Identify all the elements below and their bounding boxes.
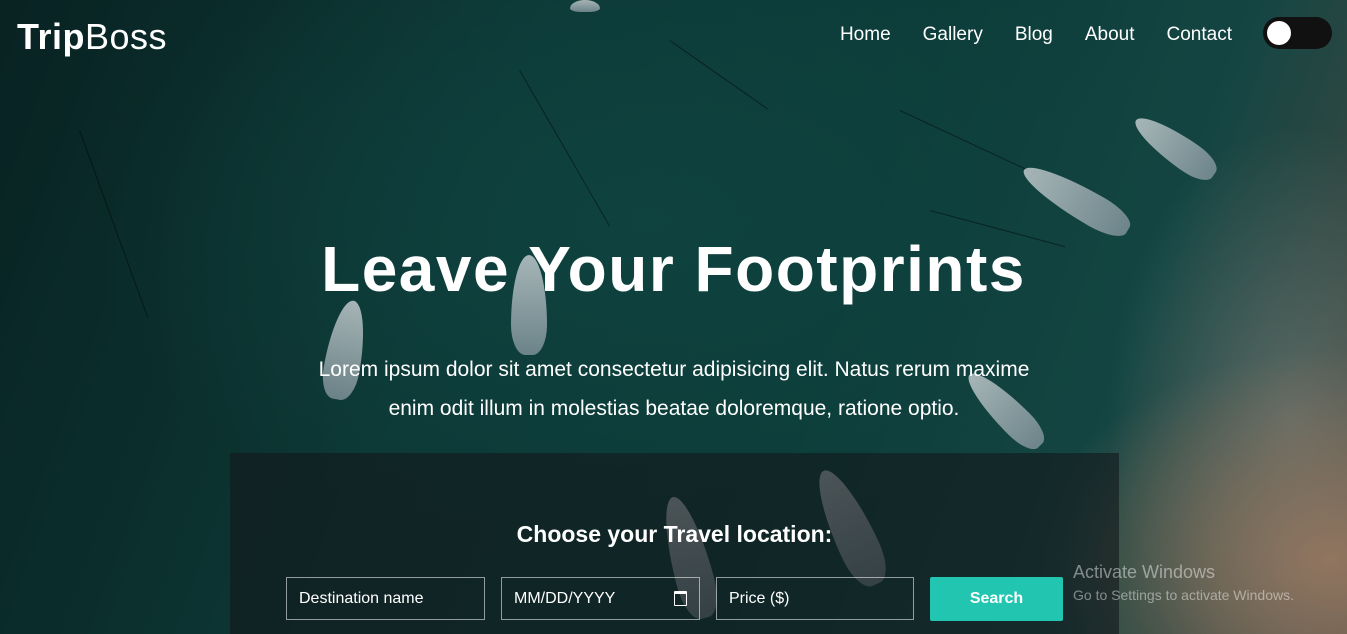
brand-logo[interactable]: TripBoss bbox=[17, 16, 167, 58]
price-placeholder: Price ($) bbox=[729, 589, 790, 607]
search-panel: Choose your Travel location: Destination… bbox=[230, 453, 1119, 634]
nav-link-about[interactable]: About bbox=[1085, 24, 1135, 46]
theme-toggle-knob bbox=[1267, 21, 1291, 45]
search-button[interactable]: Search bbox=[930, 577, 1063, 621]
hero-description: Lorem ipsum dolor sit amet consectetur a… bbox=[318, 358, 1030, 420]
main-nav: Home Gallery Blog About Contact bbox=[840, 24, 1232, 46]
search-panel-title: Choose your Travel location: bbox=[516, 521, 833, 547]
site-header: TripBoss Home Gallery Blog About Contact bbox=[0, 0, 1347, 70]
destination-placeholder: Destination name bbox=[299, 589, 424, 607]
brand-logo-bold: Trip bbox=[17, 16, 86, 57]
calendar-icon[interactable] bbox=[674, 591, 687, 606]
destination-input[interactable]: Destination name bbox=[286, 577, 485, 620]
nav-link-contact[interactable]: Contact bbox=[1167, 24, 1232, 46]
date-input[interactable]: MM/DD/YYYY bbox=[501, 577, 700, 620]
watermark-line-2: Go to Settings to activate Windows. bbox=[1073, 587, 1294, 603]
theme-toggle[interactable] bbox=[1263, 17, 1332, 49]
brand-logo-light: Boss bbox=[85, 16, 168, 57]
hero-title: Leave Your Footprints bbox=[321, 233, 1026, 305]
nav-link-blog[interactable]: Blog bbox=[1015, 24, 1053, 46]
nav-link-gallery[interactable]: Gallery bbox=[923, 24, 983, 46]
price-input[interactable]: Price ($) bbox=[716, 577, 914, 620]
activation-watermark: Activate Windows Go to Settings to activ… bbox=[1073, 562, 1294, 603]
watermark-line-1: Activate Windows bbox=[1073, 562, 1216, 582]
nav-link-home[interactable]: Home bbox=[840, 24, 891, 46]
date-placeholder: MM/DD/YYYY bbox=[514, 589, 616, 607]
